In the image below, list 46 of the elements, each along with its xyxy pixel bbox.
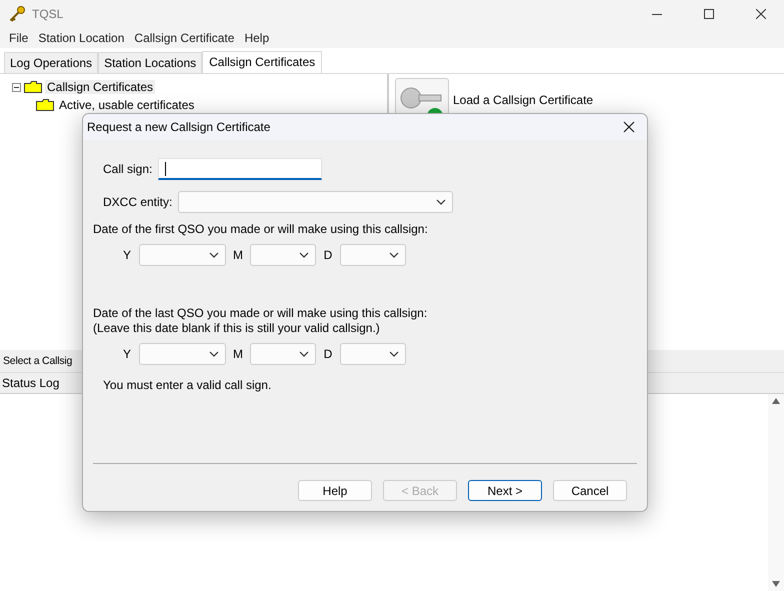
tab[interactable]: Callsign Certificates [202,51,322,73]
menu-item[interactable]: Station Location [33,31,130,45]
close-icon[interactable] [756,9,766,19]
dialog-button[interactable]: Help [298,480,372,501]
menu-item[interactable]: File [4,31,34,45]
action-label[interactable]: Load a Callsign Certificate [453,93,594,107]
chevron-down-icon [209,351,219,357]
maximize-icon[interactable] [704,9,714,19]
tab[interactable]: Log Operations [4,52,98,73]
chevron-down-icon [389,351,399,357]
date-prompt: Date of the first QSO you made or will make using this callsign: [93,222,429,237]
date-part-label: D [322,248,334,262]
folder-icon [24,81,42,93]
folder-icon [36,99,54,111]
menu-item[interactable]: Callsign Certificate [129,31,240,45]
window-title: TQSL [32,7,64,21]
tree-item[interactable]: Active, usable certificates [57,98,196,112]
tree-item[interactable]: Callsign Certificates [45,80,156,94]
key-icon [8,5,26,23]
date-prompt: (Leave this date blank if this is still your valid callsign.) [93,321,381,336]
date-part-label: D [322,347,334,361]
collapse-icon[interactable] [12,82,21,92]
date-prompt: Date of the last QSO you made or will make using this callsign: [93,306,428,321]
status-log-title: Status Log [2,376,60,390]
dialog-title: Request a new Callsign Certificate [87,120,270,134]
date-part-label: M [232,347,244,361]
tab[interactable]: Station Locations [98,52,202,73]
dialog-button[interactable]: Cancel [553,480,627,501]
date-part-label: M [232,248,244,262]
dialog-button[interactable]: Next > [468,480,542,501]
field-label: DXCC entity: [103,195,172,209]
field-label: Call sign: [103,162,152,176]
validation-message: You must enter a valid call sign. [102,378,272,392]
menu-item[interactable]: Help [239,31,274,45]
chevron-down-icon [436,199,446,205]
chevron-down-icon [209,252,219,258]
chevron-down-icon [389,252,399,258]
selection-hint: Select a Callsig [3,355,72,367]
chevron-down-icon [299,252,309,258]
date-part-label: Y [122,248,132,262]
close-icon[interactable] [623,121,635,133]
date-part-label: Y [122,347,132,361]
call-sign-field[interactable] [158,158,322,180]
scroll-up-icon[interactable] [772,398,780,404]
chevron-down-icon [299,351,309,357]
scroll-down-icon[interactable] [772,581,780,587]
